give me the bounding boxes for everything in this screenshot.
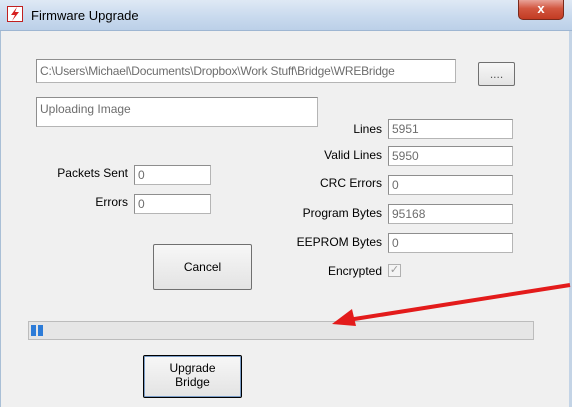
lines-field: 5951 <box>388 119 513 139</box>
valid-lines-field: 5950 <box>388 146 513 166</box>
packets-sent-label: Packets Sent <box>57 166 128 180</box>
program-bytes-label: Program Bytes <box>302 206 382 220</box>
arrow-annotation-icon <box>332 283 571 326</box>
lines-label: Lines <box>353 122 382 136</box>
crc-errors-label: CRC Errors <box>320 176 382 190</box>
program-bytes-field: 95168 <box>388 204 513 224</box>
errors-field: 0 <box>134 194 211 214</box>
lightning-app-icon <box>7 6 23 22</box>
eeprom-bytes-label: EEPROM Bytes <box>296 235 382 249</box>
progress-segment <box>38 325 43 336</box>
window-title: Firmware Upgrade <box>31 8 139 23</box>
crc-errors-field: 0 <box>388 175 513 195</box>
encrypted-label: Encrypted <box>327 264 382 278</box>
progress-segment <box>31 325 36 336</box>
upgrade-bridge-label-line2: Bridge <box>175 375 210 389</box>
upgrade-bridge-label-line1: Upgrade <box>169 361 216 375</box>
progress-fill <box>31 325 43 336</box>
errors-label: Errors <box>95 195 128 209</box>
titlebar: Firmware Upgrade x <box>0 0 572 31</box>
browse-button[interactable]: .... <box>478 62 515 86</box>
valid-lines-label: Valid Lines <box>324 148 382 162</box>
upgrade-bridge-button[interactable]: Upgrade Bridge <box>143 355 242 398</box>
encrypted-checkbox[interactable]: ✓ <box>388 264 401 277</box>
cancel-button[interactable]: Cancel <box>153 244 252 290</box>
close-button[interactable]: x <box>518 0 564 20</box>
status-field: Uploading Image <box>36 97 318 127</box>
eeprom-bytes-field: 0 <box>388 233 513 253</box>
file-path-field[interactable]: C:\Users\Michael\Documents\Dropbox\Work … <box>36 59 456 83</box>
packets-sent-field: 0 <box>134 165 211 185</box>
